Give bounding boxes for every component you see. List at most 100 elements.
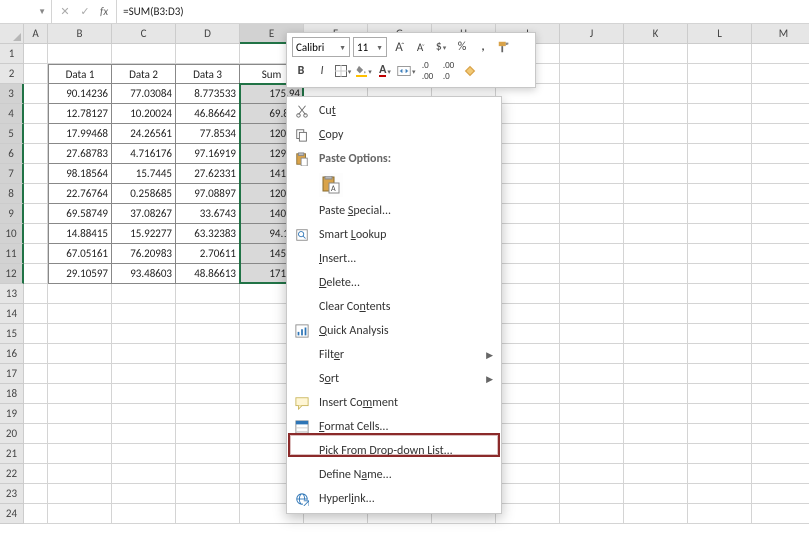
cell-M4[interactable] — [752, 104, 809, 124]
ctx-cut[interactable]: Cut — [287, 99, 501, 123]
cell-K12[interactable] — [624, 264, 688, 284]
ctx-copy[interactable]: Copy — [287, 123, 501, 147]
cell-C8[interactable]: 0.258685 — [112, 184, 176, 204]
cell-K9[interactable] — [624, 204, 688, 224]
name-box[interactable]: ▼ — [0, 0, 52, 23]
cell-D18[interactable] — [176, 384, 240, 404]
cell-M23[interactable] — [752, 484, 809, 504]
cell-B17[interactable] — [48, 364, 112, 384]
row-header-12[interactable]: 12 — [0, 264, 24, 284]
cell-B21[interactable] — [48, 444, 112, 464]
cell-A13[interactable] — [24, 284, 48, 304]
cell-K3[interactable] — [624, 84, 688, 104]
cell-D23[interactable] — [176, 484, 240, 504]
cell-L24[interactable] — [688, 504, 752, 524]
row-header-16[interactable]: 16 — [0, 344, 24, 364]
cell-L4[interactable] — [688, 104, 752, 124]
cell-B15[interactable] — [48, 324, 112, 344]
row-header-8[interactable]: 8 — [0, 184, 24, 204]
cell-D12[interactable]: 48.86613 — [176, 264, 240, 284]
cell-M7[interactable] — [752, 164, 809, 184]
cell-I18[interactable] — [496, 384, 560, 404]
cell-A14[interactable] — [24, 304, 48, 324]
column-header-B[interactable]: B — [48, 24, 112, 44]
cell-I9[interactable] — [496, 204, 560, 224]
cell-I22[interactable] — [496, 464, 560, 484]
cell-K18[interactable] — [624, 384, 688, 404]
cell-K6[interactable] — [624, 144, 688, 164]
row-header-1[interactable]: 1 — [0, 44, 24, 64]
cell-L1[interactable] — [688, 44, 752, 64]
cell-K4[interactable] — [624, 104, 688, 124]
cell-J22[interactable] — [560, 464, 624, 484]
cell-M14[interactable] — [752, 304, 809, 324]
cell-I14[interactable] — [496, 304, 560, 324]
cell-I17[interactable] — [496, 364, 560, 384]
increase-font-icon[interactable]: Â — [390, 37, 408, 57]
paste-option-default[interactable]: A — [319, 173, 343, 197]
cell-B18[interactable] — [48, 384, 112, 404]
row-header-24[interactable]: 24 — [0, 504, 24, 524]
cell-C18[interactable] — [112, 384, 176, 404]
cell-C22[interactable] — [112, 464, 176, 484]
cell-M21[interactable] — [752, 444, 809, 464]
cell-A7[interactable] — [24, 164, 48, 184]
ctx-paste-special[interactable]: Paste Special... — [287, 199, 501, 223]
formula-input[interactable]: =SUM(B3:D3) — [117, 0, 809, 23]
cell-A18[interactable] — [24, 384, 48, 404]
cell-I7[interactable] — [496, 164, 560, 184]
cell-J2[interactable] — [560, 64, 624, 84]
cell-K8[interactable] — [624, 184, 688, 204]
cell-B8[interactable]: 22.76764 — [48, 184, 112, 204]
cell-D13[interactable] — [176, 284, 240, 304]
cell-J23[interactable] — [560, 484, 624, 504]
cell-J10[interactable] — [560, 224, 624, 244]
row-header-4[interactable]: 4 — [0, 104, 24, 124]
cell-I21[interactable] — [496, 444, 560, 464]
decrease-decimal-icon[interactable]: .00.0 — [440, 61, 458, 81]
cell-C5[interactable]: 24.26561 — [112, 124, 176, 144]
cell-J11[interactable] — [560, 244, 624, 264]
percent-format-icon[interactable]: % — [453, 37, 471, 57]
cell-M1[interactable] — [752, 44, 809, 64]
cell-I10[interactable] — [496, 224, 560, 244]
column-header-A[interactable]: A — [24, 24, 48, 44]
cell-D24[interactable] — [176, 504, 240, 524]
cell-A23[interactable] — [24, 484, 48, 504]
cell-M18[interactable] — [752, 384, 809, 404]
cell-I4[interactable] — [496, 104, 560, 124]
font-color-icon[interactable]: A — [376, 61, 394, 81]
cell-L8[interactable] — [688, 184, 752, 204]
cell-C12[interactable]: 93.48603 — [112, 264, 176, 284]
cell-M24[interactable] — [752, 504, 809, 524]
cell-B24[interactable] — [48, 504, 112, 524]
row-header-18[interactable]: 18 — [0, 384, 24, 404]
cell-B19[interactable] — [48, 404, 112, 424]
cell-A24[interactable] — [24, 504, 48, 524]
cell-A12[interactable] — [24, 264, 48, 284]
cell-I24[interactable] — [496, 504, 560, 524]
cell-I12[interactable] — [496, 264, 560, 284]
cell-L20[interactable] — [688, 424, 752, 444]
column-header-M[interactable]: M — [752, 24, 809, 44]
cell-J18[interactable] — [560, 384, 624, 404]
cell-B10[interactable]: 14.88415 — [48, 224, 112, 244]
cell-K5[interactable] — [624, 124, 688, 144]
cell-C23[interactable] — [112, 484, 176, 504]
cell-C16[interactable] — [112, 344, 176, 364]
cell-L2[interactable] — [688, 64, 752, 84]
cell-D9[interactable]: 33.6743 — [176, 204, 240, 224]
row-header-6[interactable]: 6 — [0, 144, 24, 164]
cell-C6[interactable]: 4.716176 — [112, 144, 176, 164]
cell-J5[interactable] — [560, 124, 624, 144]
cell-C9[interactable]: 37.08267 — [112, 204, 176, 224]
cell-B13[interactable] — [48, 284, 112, 304]
cell-D19[interactable] — [176, 404, 240, 424]
row-header-13[interactable]: 13 — [0, 284, 24, 304]
column-header-K[interactable]: K — [624, 24, 688, 44]
cell-B2[interactable]: Data 1 — [48, 64, 112, 84]
cell-J8[interactable] — [560, 184, 624, 204]
cell-J19[interactable] — [560, 404, 624, 424]
ctx-insert[interactable]: Insert... — [287, 247, 501, 271]
cell-C11[interactable]: 76.20983 — [112, 244, 176, 264]
